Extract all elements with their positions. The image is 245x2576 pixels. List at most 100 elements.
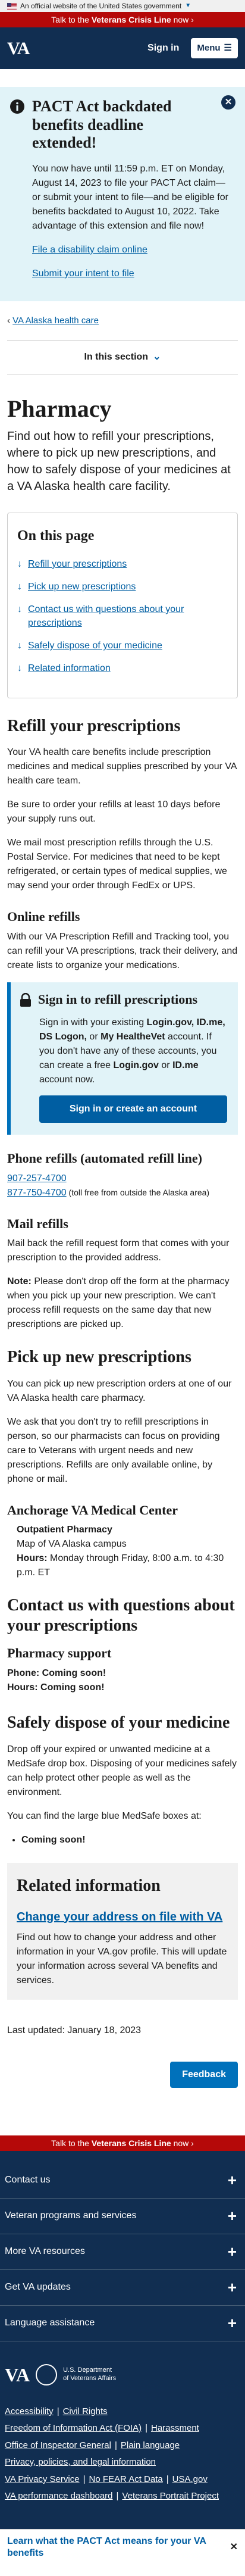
- alert-title: PACT Act backdated benefits deadline ext…: [32, 98, 172, 152]
- page-lead: Find out how to refill your prescription…: [7, 429, 231, 493]
- chevron-right-icon: ›: [191, 2138, 194, 2148]
- online-refills-p: With our VA Prescription Refill and Trac…: [7, 931, 238, 970]
- chevron-down-icon[interactable]: ▼: [185, 0, 191, 12]
- phone-link[interactable]: 907-257-4700: [7, 1173, 67, 1184]
- crisis-line-name: Veterans Crisis Line: [91, 2138, 171, 2148]
- otp-item[interactable]: ↓ Related information: [17, 661, 228, 675]
- sign-in-box-title: Sign in to refill prescriptions: [38, 991, 198, 1007]
- us-flag-icon: [7, 2, 17, 10]
- lock-icon: [20, 992, 31, 1007]
- site-footer: Contact us + Veteran programs and service…: [0, 2150, 245, 2529]
- pact-act-bottom-banner[interactable]: Learn what the PACT Act means for your V…: [0, 2528, 245, 2566]
- accordion-label: Veteran programs and services: [5, 2210, 137, 2221]
- chevron-down-icon: ⌄: [153, 351, 161, 362]
- gov-banner[interactable]: An official website of the United States…: [0, 0, 245, 12]
- department-name: U.S. Department of Veterans Affairs: [63, 2366, 117, 2382]
- crisis-line-banner[interactable]: Talk to the Veterans Crisis Line now ›: [0, 12, 245, 27]
- footer-logo[interactable]: VA U.S. Department of Veterans Affairs: [0, 2341, 245, 2401]
- footer-accordion[interactable]: Veteran programs and services +: [0, 2199, 245, 2234]
- mail-refills-heading: Mail refills: [7, 1216, 68, 1231]
- phone-note: (toll free from outside the Alaska area): [66, 1187, 210, 1197]
- menu-label: Menu: [197, 42, 221, 53]
- otp-link[interactable]: Contact us with questions about your pre…: [28, 602, 228, 630]
- feedback-button[interactable]: Feedback: [170, 2061, 238, 2088]
- crisis-line-prefix: Talk to the: [51, 2138, 92, 2148]
- footer-link[interactable]: No FEAR Act Data: [89, 2474, 163, 2484]
- footer-accordion[interactable]: More VA resources +: [0, 2234, 245, 2270]
- otp-link[interactable]: Refill your prescriptions: [28, 557, 127, 571]
- footer-link[interactable]: Veterans Portrait Project: [122, 2491, 219, 2501]
- otp-item[interactable]: ↓ Safely dispose of your medicine: [17, 639, 228, 652]
- site-header: VA Sign in Menu ☰: [0, 27, 245, 69]
- sign-in-button[interactable]: Sign in: [142, 38, 185, 59]
- plus-icon: +: [227, 2242, 237, 2260]
- otp-item[interactable]: ↓ Refill your prescriptions: [17, 557, 228, 571]
- accordion-label: More VA resources: [5, 2246, 85, 2256]
- footer-link[interactable]: USA.gov: [172, 2474, 208, 2484]
- sign-in-create-account-button[interactable]: Sign in or create an account: [39, 1095, 227, 1123]
- otp-link[interactable]: Related information: [28, 661, 111, 675]
- otp-link[interactable]: Safely dispose of your medicine: [28, 639, 162, 652]
- arrow-down-icon: ↓: [17, 558, 22, 569]
- menu-button[interactable]: Menu ☰: [191, 38, 238, 59]
- related-p: Find out how to change your address and …: [17, 1932, 227, 1985]
- va-logo[interactable]: VA: [7, 35, 30, 62]
- chevron-left-icon: ‹: [7, 316, 10, 326]
- close-icon[interactable]: ✕: [230, 2541, 238, 2554]
- breadcrumb: ‹ VA Alaska health care: [0, 301, 245, 340]
- dispose-heading: Safely dispose of your medicine: [7, 1713, 230, 1732]
- pickup-p1: You can pick up new prescription orders …: [7, 1378, 232, 1403]
- sign-in-box: Sign in to refill prescriptions Sign in …: [7, 982, 238, 1135]
- refill-p3: We mail most prescription refills throug…: [7, 838, 227, 891]
- close-icon[interactable]: ✕: [221, 95, 235, 110]
- footer-link[interactable]: Harassment: [151, 2423, 199, 2433]
- gov-banner-text: An official website of the United States…: [20, 2, 182, 10]
- crisis-line-prefix: Talk to the: [51, 15, 92, 24]
- otp-item[interactable]: ↓ Pick up new prescriptions: [17, 580, 228, 594]
- related-heading: Related information: [17, 1876, 161, 1895]
- crisis-line-suffix: now: [171, 15, 189, 24]
- accordion-label: Language assistance: [5, 2318, 95, 2328]
- crisis-line-suffix: now: [171, 2138, 189, 2148]
- in-this-section-toggle[interactable]: In this section ⌄: [7, 339, 238, 374]
- footer-link[interactable]: Plain language: [121, 2440, 180, 2450]
- list-item: Coming soon!: [21, 1833, 238, 1847]
- plus-icon: +: [227, 2278, 237, 2296]
- arrow-down-icon: ↓: [17, 663, 22, 674]
- otp-link[interactable]: Pick up new prescriptions: [28, 580, 136, 594]
- phone-link[interactable]: 877-750-4700: [7, 1188, 67, 1198]
- otp-item[interactable]: ↓ Contact us with questions about your pr…: [17, 602, 228, 630]
- footer-link[interactable]: Office of Inspector General: [5, 2440, 111, 2450]
- dispose-list: Coming soon!: [21, 1833, 238, 1847]
- breadcrumb-link[interactable]: VA Alaska health care: [12, 316, 99, 326]
- refill-heading: Refill your prescriptions: [7, 716, 181, 735]
- footer-link[interactable]: VA Privacy Service: [5, 2474, 80, 2484]
- footer-accordion[interactable]: Get VA updates +: [0, 2270, 245, 2306]
- arrow-down-icon: ↓: [17, 604, 22, 614]
- phone-refills-numbers: 907-257-4700 877-750-4700 (toll free fro…: [7, 1172, 238, 1200]
- plus-icon: +: [227, 2206, 237, 2225]
- file-claim-link[interactable]: File a disability claim online: [32, 243, 233, 257]
- footer-link[interactable]: Privacy, policies, and legal information: [5, 2457, 156, 2467]
- outpatient-pharmacy-label: Outpatient Pharmacy: [17, 1525, 112, 1535]
- va-logo: VA: [5, 2363, 30, 2385]
- footer-link[interactable]: VA performance dashboard: [5, 2491, 113, 2501]
- bottom-banner-text: Learn what the PACT Act means for your V…: [7, 2536, 206, 2559]
- alert-body: You now have until 11:59 p.m. ET on Mond…: [32, 164, 228, 232]
- crisis-line-banner-footer[interactable]: Talk to the Veterans Crisis Line now ›: [0, 2135, 245, 2151]
- pickup-heading: Pick up new prescriptions: [7, 1348, 191, 1367]
- refill-p2: Be sure to order your refills at least 1…: [7, 800, 221, 825]
- arrow-down-icon: ↓: [17, 581, 22, 592]
- page-title: Pharmacy: [7, 395, 112, 422]
- footer-accordion[interactable]: Contact us +: [0, 2163, 245, 2199]
- accordion-label: Get VA updates: [5, 2282, 71, 2292]
- footer-link[interactable]: Civil Rights: [63, 2406, 108, 2416]
- arrow-down-icon: ↓: [17, 641, 22, 651]
- va-seal-icon: [36, 2363, 58, 2385]
- footer-accordion[interactable]: Language assistance +: [0, 2306, 245, 2341]
- dispose-p2: You can find the large blue MedSafe boxe…: [7, 1810, 202, 1821]
- footer-link[interactable]: Freedom of Information Act (FOIA): [5, 2423, 142, 2433]
- intent-to-file-link[interactable]: Submit your intent to file: [32, 267, 233, 281]
- change-address-link[interactable]: Change your address on file with VA: [17, 1910, 222, 1924]
- footer-link[interactable]: Accessibility: [5, 2406, 54, 2416]
